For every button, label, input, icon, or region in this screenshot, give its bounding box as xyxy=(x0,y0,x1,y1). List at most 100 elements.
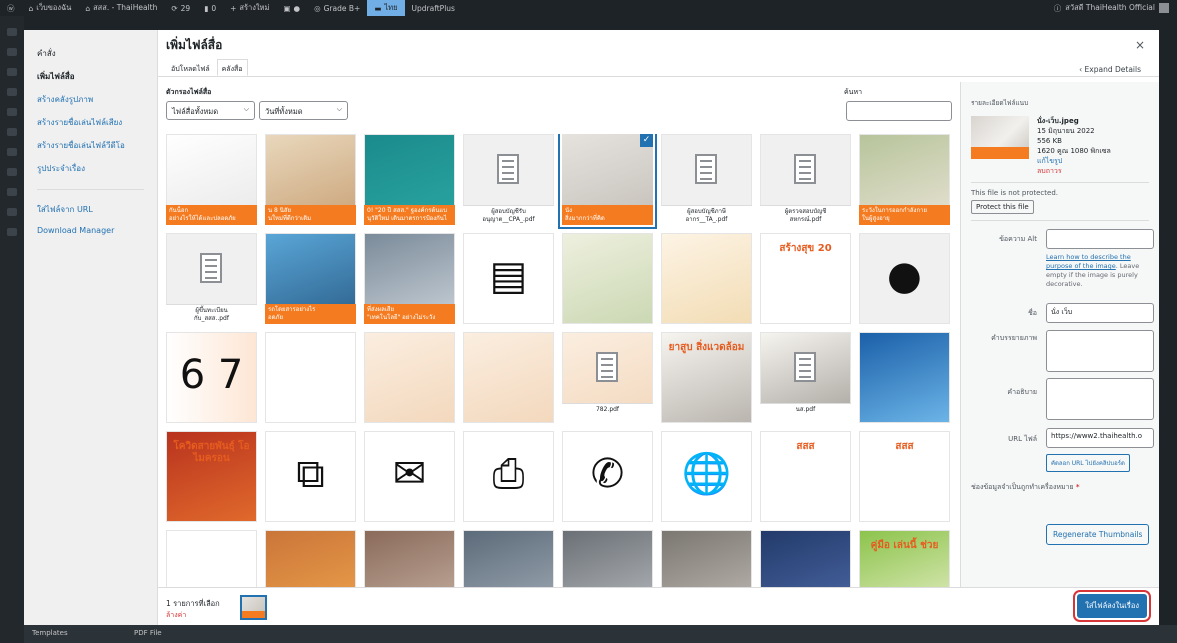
thumbnail-caption: นัง สิ่งมากกว่าที่คิด xyxy=(562,205,653,225)
attachment-tile[interactable] xyxy=(661,530,752,589)
attachment-tile[interactable]: คู่มือ เล่นนี้ ช่วย xyxy=(859,530,950,589)
file-name: นส.pdf xyxy=(760,403,851,423)
site-name-menu[interactable]: ⌂ สสส. - ThaiHealth xyxy=(78,0,164,16)
updraftplus-menu[interactable]: UpdraftPlus xyxy=(405,0,462,16)
attachment-tile[interactable] xyxy=(859,332,950,423)
date-filter-select[interactable]: วันที่ทั้งหมด ⌵ xyxy=(259,101,348,120)
background-text: Templates xyxy=(32,629,68,637)
type-filter-select[interactable]: ไฟล์สื่อทั้งหมด ⌵ xyxy=(166,101,255,120)
insert-into-post-button[interactable]: ใส่ไฟล์ลงในเรื่อง xyxy=(1077,594,1147,618)
comments-menu[interactable]: ▮ 0 xyxy=(197,0,223,16)
attachment-tile[interactable] xyxy=(463,530,554,589)
document-icon xyxy=(794,154,816,184)
file-url-input[interactable]: https://www2.thaihealth.o xyxy=(1046,428,1154,448)
menu-download-manager[interactable]: Download Manager xyxy=(24,221,157,240)
regenerate-thumbnails-button[interactable]: Regenerate Thumbnails xyxy=(1046,524,1150,545)
menu-insert-url[interactable]: ใส่ไฟล์จาก URL xyxy=(24,198,157,221)
attachment-tile[interactable]: โควิดสายพันธุ์ โอไมครอน xyxy=(166,431,257,522)
attachment-tile[interactable] xyxy=(364,530,455,589)
attachment-tile[interactable]: 0! "20 ปี สสส." ฐองค์กรต้นแบ นุวัติใหม่ … xyxy=(364,134,455,225)
new-content-menu[interactable]: + สร้างใหม่ xyxy=(223,0,276,16)
pages-icon[interactable] xyxy=(7,88,17,96)
attachment-tile[interactable]: ผู้ขึ้นทะเบียน กับ_สสส..pdf xyxy=(166,233,257,324)
attachment-tile[interactable]: ยาสูบ สิ่งแวดล้อม xyxy=(661,332,752,423)
attachment-tile[interactable] xyxy=(463,332,554,423)
plugins-icon[interactable] xyxy=(7,148,17,156)
copy-url-button[interactable]: คัดลอก URL ไปยังคลิปบอร์ด xyxy=(1046,454,1130,472)
attachment-tile[interactable]: ▤ xyxy=(463,233,554,324)
selection-count: 1 รายการที่เลือก xyxy=(166,599,220,608)
attachment-tile[interactable]: 🌐 xyxy=(661,431,752,522)
seo-menu[interactable]: ▣ ● xyxy=(276,0,307,16)
menu-create-gallery[interactable]: สร้างคลังรูปภาพ xyxy=(24,88,157,111)
attachment-tile[interactable]: 6 7 xyxy=(166,332,257,423)
attachment-tile[interactable]: สร้างสุข 20 xyxy=(760,233,851,324)
clear-selection-link[interactable]: ล้างค่า xyxy=(166,610,186,621)
attachment-tile[interactable] xyxy=(364,332,455,423)
media-icon[interactable] xyxy=(7,68,17,76)
attachment-tile[interactable] xyxy=(562,233,653,324)
dashboard-icon[interactable] xyxy=(7,28,17,36)
required-note: ช่องข้อมูลจำเป็นถูกทำเครื่องหมาย * xyxy=(971,483,1080,491)
tab-upload[interactable]: อัปโหลดไฟล์ xyxy=(166,59,215,76)
my-sites-menu[interactable]: ⌂ เว็บของฉัน xyxy=(22,0,79,16)
search-input[interactable] xyxy=(846,101,952,121)
divider xyxy=(971,182,1149,183)
grade-menu[interactable]: ◎ Grade B+ xyxy=(307,0,367,16)
account-menu[interactable]: ⓘ สวัสดี ThaiHealth Official xyxy=(1054,2,1177,14)
attachment-tile[interactable]: สสส xyxy=(859,431,950,522)
attachment-tile[interactable]: นัง สิ่งมากกว่าที่คิด ✓ xyxy=(562,134,653,225)
attachment-tile[interactable]: รถโดยสารอย่างไร อดภัย xyxy=(265,233,356,324)
tools-icon[interactable] xyxy=(7,188,17,196)
delete-permanently-link[interactable]: ลบถาวร xyxy=(1037,166,1111,176)
checkmark-icon[interactable]: ✓ xyxy=(640,134,653,147)
menu-audio-playlist[interactable]: สร้างรายชื่อเล่นไฟล์เสียง xyxy=(24,111,157,134)
attachment-tile[interactable]: ผู้ตรวจสอบบัญชี สหกรณ์.pdf xyxy=(760,134,851,225)
attachment-tile[interactable]: ที่ส่งผลเสีย "เทคโนโลยี" อย่างไม่ระวัง xyxy=(364,233,455,324)
attachment-tile[interactable]: ✉ xyxy=(364,431,455,522)
comments-icon[interactable] xyxy=(7,108,17,116)
alt-text-input[interactable] xyxy=(1046,229,1154,249)
tab-library[interactable]: คลังสื่อ xyxy=(216,59,248,76)
attachment-tile[interactable]: ⎙ xyxy=(463,431,554,522)
attachment-tile[interactable]: นส.pdf xyxy=(760,332,851,423)
home-icon: ⌂ xyxy=(85,3,91,13)
close-icon[interactable]: × xyxy=(1135,38,1145,52)
attachment-tile[interactable] xyxy=(760,530,851,589)
thumbnail-graphic-icon: 🌐 xyxy=(681,451,732,497)
menu-video-playlist[interactable]: สร้างรายชื่อเล่นไฟล์วีดีโอ xyxy=(24,134,157,157)
attachment-tile[interactable]: ผู้สอบบัญชีรับ อนุญาต__CPA_.pdf xyxy=(463,134,554,225)
attachment-tile[interactable]: 782.pdf xyxy=(562,332,653,423)
search-label: ค้นหา xyxy=(844,88,863,96)
attachment-tile[interactable] xyxy=(265,530,356,589)
expand-details-link[interactable]: ‹ Expand Details xyxy=(1079,65,1141,74)
selected-thumbnail[interactable] xyxy=(240,595,267,620)
menu-add-media[interactable]: เพิ่มไฟล์สื่อ xyxy=(24,65,157,88)
attachment-tile[interactable]: ผู้สอบบัญชีภาษี อากร__TA_.pdf xyxy=(661,134,752,225)
appearance-icon[interactable] xyxy=(7,128,17,136)
attachment-tile[interactable]: ระวังในการออกกำลังกาย ในผู้สูงอายุ xyxy=(859,134,950,225)
protect-file-button[interactable]: Protect this file xyxy=(971,200,1034,214)
attachment-tile[interactable]: กันน็อก อย่างไรให้ได้และปลอดภัย xyxy=(166,134,257,225)
language-menu[interactable]: ▬ ไทย xyxy=(367,0,405,16)
attachment-tile[interactable] xyxy=(562,530,653,589)
updates-menu[interactable]: ⟳ 29 xyxy=(164,0,197,16)
description-textarea[interactable] xyxy=(1046,378,1154,420)
attachment-tile[interactable]: สสส xyxy=(760,431,851,522)
collapse-icon[interactable] xyxy=(7,228,17,236)
attachment-tile[interactable] xyxy=(265,332,356,423)
attachment-tile[interactable]: ● xyxy=(859,233,950,324)
attachment-tile[interactable] xyxy=(661,233,752,324)
wordpress-logo-icon[interactable]: ⓦ xyxy=(0,0,22,16)
attachment-tile[interactable]: ✆ xyxy=(562,431,653,522)
menu-featured-image[interactable]: รูปประจำเรื่อง xyxy=(24,157,157,180)
users-icon[interactable] xyxy=(7,168,17,176)
title-input[interactable]: นั่ง เว็บ xyxy=(1046,303,1154,323)
edit-image-link[interactable]: แก้ไขรูป xyxy=(1037,156,1111,166)
settings-icon[interactable] xyxy=(7,208,17,216)
attachment-tile[interactable]: ⧉ xyxy=(265,431,356,522)
attachment-tile[interactable]: น 8 นิสัย นใหม่ที่ดีกว่าเดิม xyxy=(265,134,356,225)
posts-icon[interactable] xyxy=(7,48,17,56)
attachment-tile[interactable] xyxy=(166,530,257,589)
caption-textarea[interactable] xyxy=(1046,330,1154,372)
